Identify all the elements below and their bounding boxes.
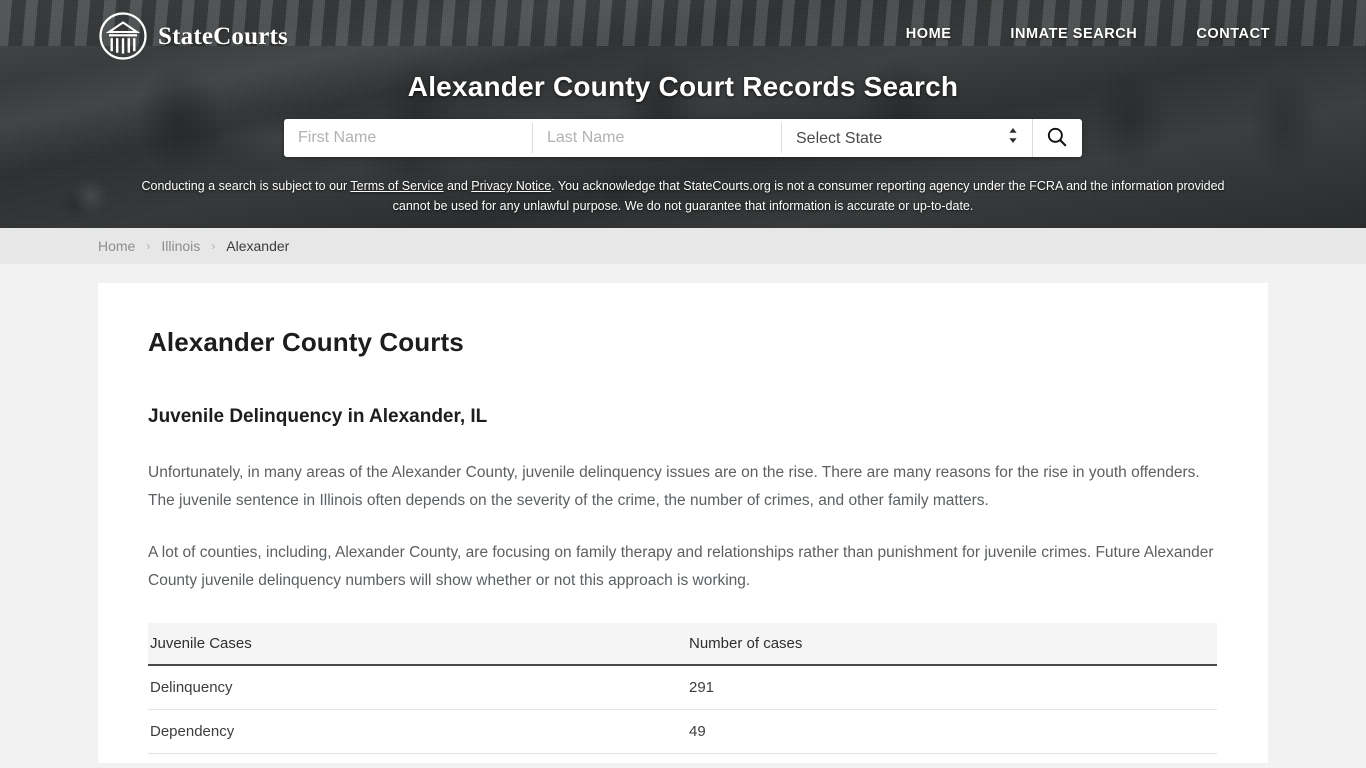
- first-name-input[interactable]: [284, 119, 532, 157]
- table-header-juvenile-cases: Juvenile Cases: [148, 623, 687, 666]
- main-navigation: HOME INMATE SEARCH CONTACT: [906, 26, 1270, 42]
- search-icon: [1046, 126, 1068, 151]
- table-header-row: Juvenile Cases Number of cases: [148, 623, 1217, 666]
- search-submit-button[interactable]: [1032, 119, 1080, 157]
- breadcrumb-separator-1: ›: [146, 239, 151, 253]
- privacy-notice-link[interactable]: Privacy Notice: [471, 179, 551, 193]
- brand-name: StateCourts: [158, 22, 288, 50]
- state-select[interactable]: Select State: [782, 119, 1032, 157]
- breadcrumb: Home › Illinois › Alexander: [98, 238, 289, 254]
- content-card: Alexander County Courts Juvenile Delinqu…: [98, 283, 1268, 763]
- terms-of-service-link[interactable]: Terms of Service: [350, 179, 443, 193]
- nav-item-contact[interactable]: CONTACT: [1196, 26, 1270, 42]
- table-head: Juvenile Cases Number of cases: [148, 623, 1217, 666]
- page-title: Alexander County Courts: [148, 327, 464, 357]
- site-hero: StateCourts HOME INMATE SEARCH CONTACT A…: [0, 0, 1366, 228]
- breadcrumb-bar: Home › Illinois › Alexander: [0, 228, 1366, 264]
- last-name-input[interactable]: [533, 119, 781, 157]
- disclaimer-part-2: and: [443, 179, 472, 193]
- disclaimer-part-1: Conducting a search is subject to our: [141, 179, 351, 193]
- top-bar: StateCourts HOME INMATE SEARCH CONTACT: [0, 0, 1366, 72]
- state-select-wrapper: Select State: [782, 119, 1032, 157]
- breadcrumb-item-alexander: Alexander: [226, 238, 290, 254]
- cell-case-type: Delinquency: [148, 665, 687, 710]
- breadcrumb-separator-2: ›: [211, 239, 216, 253]
- cell-case-type: Dependency: [148, 709, 687, 754]
- courthouse-logo-icon: [98, 11, 148, 61]
- hero-title: Alexander County Court Records Search: [407, 71, 959, 102]
- page-content: Alexander County Courts Juvenile Delinqu…: [0, 264, 1366, 763]
- paragraph-1: Unfortunately, in many areas of the Alex…: [148, 464, 1200, 509]
- section-title: Juvenile Delinquency in Alexander, IL: [148, 406, 488, 427]
- nav-item-home[interactable]: HOME: [906, 26, 952, 42]
- search-disclaimer: Conducting a search is subject to our Te…: [131, 176, 1236, 216]
- cell-case-count: 291: [687, 665, 1217, 710]
- breadcrumb-item-home[interactable]: Home: [98, 238, 135, 254]
- records-search-form: Select State: [284, 119, 1082, 157]
- brand-logo-link[interactable]: StateCourts: [98, 11, 288, 61]
- table-body: Delinquency 291 Dependency 49: [148, 665, 1217, 754]
- paragraph-2: A lot of counties, including, Alexander …: [148, 544, 1214, 589]
- table-row: Dependency 49: [148, 709, 1217, 754]
- juvenile-cases-table: Juvenile Cases Number of cases Delinquen…: [148, 623, 1217, 754]
- breadcrumb-item-illinois[interactable]: Illinois: [161, 238, 200, 254]
- cell-case-count: 49: [687, 709, 1217, 754]
- table-header-number-of-cases: Number of cases: [687, 623, 1217, 666]
- table-row: Delinquency 291: [148, 665, 1217, 710]
- nav-item-inmate-search[interactable]: INMATE SEARCH: [1010, 26, 1137, 42]
